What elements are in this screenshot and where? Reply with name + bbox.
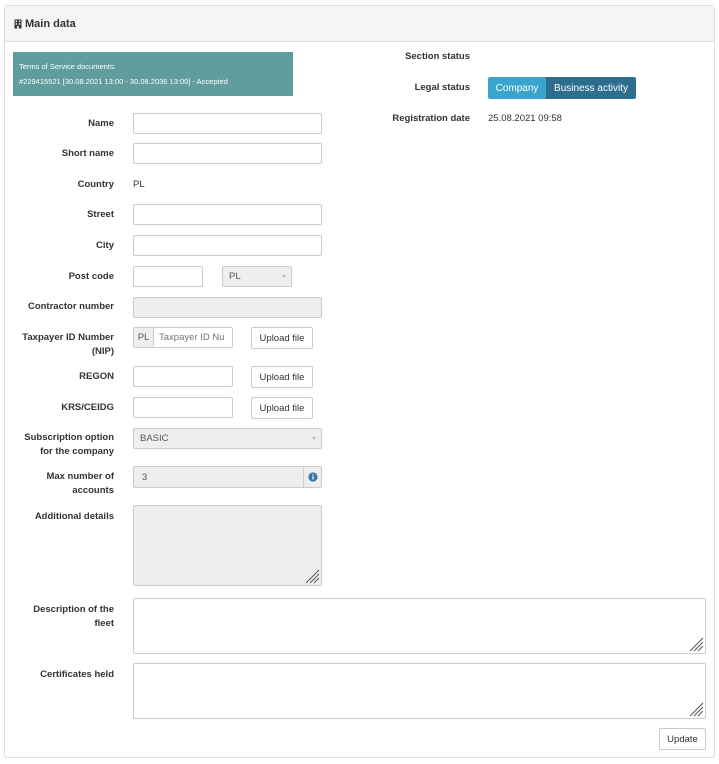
- krs-ceidg-label: KRS/CEIDG: [61, 402, 114, 413]
- subscription-label-line-2: for the company: [40, 446, 114, 457]
- section-status-label: Section status: [405, 51, 470, 62]
- resize-grip-icon: [305, 569, 320, 584]
- subscription-option-label: Subscription option for the company: [13, 431, 114, 459]
- short-name-label: Short name: [61, 148, 114, 159]
- subscription-label-line-1: Subscription option: [24, 432, 114, 443]
- regon-input[interactable]: [133, 366, 233, 387]
- additional-details-textarea: [133, 505, 322, 586]
- short-name-input[interactable]: [133, 143, 322, 164]
- max-accounts-value: 3: [142, 471, 148, 483]
- panel-title: Main data: [25, 17, 76, 30]
- nip-input-group: PL: [133, 327, 233, 348]
- chevron-down-icon: [282, 275, 286, 278]
- post-code-country-select[interactable]: PL: [222, 266, 292, 287]
- registration-date-value: 25.08.2021 09:58: [488, 113, 562, 124]
- fleet-description-textarea[interactable]: [133, 598, 706, 654]
- max-accounts-label-line-1: Max number of: [46, 471, 114, 482]
- main-data-panel: Main data Terms of Service documents: #2…: [4, 5, 715, 758]
- contractor-number-label: Contractor number: [27, 301, 114, 312]
- legal-status-label: Legal status: [414, 82, 470, 93]
- nip-label-line-2: (NIP): [91, 346, 114, 357]
- max-accounts-label: Max number of accounts: [13, 470, 114, 498]
- post-code-input[interactable]: [133, 266, 203, 287]
- resize-grip-icon: [689, 637, 704, 652]
- registration-date-label: Registration date: [392, 113, 470, 124]
- building-icon: [14, 19, 22, 29]
- nip-label: Taxpayer ID Number (NIP): [13, 331, 114, 359]
- subscription-option-value: BASIC: [140, 433, 169, 444]
- fleet-label-line-1: Description of the: [33, 604, 114, 615]
- street-input[interactable]: [133, 204, 322, 225]
- max-accounts-label-line-2: accounts: [72, 485, 114, 496]
- name-input[interactable]: [133, 113, 322, 134]
- resize-grip-icon: [689, 702, 704, 717]
- krs-upload-button[interactable]: Upload file: [251, 397, 313, 419]
- legal-status-business-activity-button[interactable]: Business activity: [546, 77, 636, 99]
- legal-status-company-button[interactable]: Company: [488, 77, 546, 99]
- tos-title: Terms of Service documents:: [19, 62, 116, 71]
- tos-document-line: #229415521 [30.08.2021 13:00 - 30.08.203…: [19, 77, 228, 86]
- street-label: Street: [87, 209, 114, 220]
- post-code-country-value: PL: [229, 271, 241, 282]
- fleet-description-label: Description of the fleet: [13, 603, 114, 631]
- certificates-held-textarea[interactable]: [133, 663, 706, 719]
- regon-label: REGON: [79, 371, 114, 382]
- info-icon[interactable]: [303, 467, 321, 487]
- certificates-held-label: Certificates held: [40, 669, 114, 680]
- contractor-number-input: [133, 297, 322, 318]
- post-code-label: Post code: [68, 271, 114, 282]
- subscription-option-select: BASIC: [133, 428, 322, 449]
- tos-banner: Terms of Service documents: #229415521 […: [13, 52, 293, 96]
- city-label: City: [96, 240, 114, 251]
- nip-prefix: PL: [134, 328, 154, 347]
- additional-details-label: Additional details: [34, 511, 114, 522]
- krs-ceidg-input[interactable]: [133, 397, 233, 418]
- city-input[interactable]: [133, 235, 322, 256]
- name-label: Name: [88, 118, 114, 129]
- panel-heading: Main data: [5, 6, 714, 42]
- update-button[interactable]: Update: [659, 728, 706, 750]
- nip-upload-button[interactable]: Upload file: [251, 327, 313, 349]
- country-value: PL: [133, 179, 145, 190]
- nip-input[interactable]: [154, 328, 232, 347]
- nip-label-line-1: Taxpayer ID Number: [22, 332, 114, 343]
- fleet-label-line-2: fleet: [94, 618, 114, 629]
- regon-upload-button[interactable]: Upload file: [251, 366, 313, 388]
- max-accounts-input-group: 3: [133, 466, 322, 488]
- country-label: Country: [77, 179, 114, 190]
- chevron-down-icon: [312, 437, 316, 440]
